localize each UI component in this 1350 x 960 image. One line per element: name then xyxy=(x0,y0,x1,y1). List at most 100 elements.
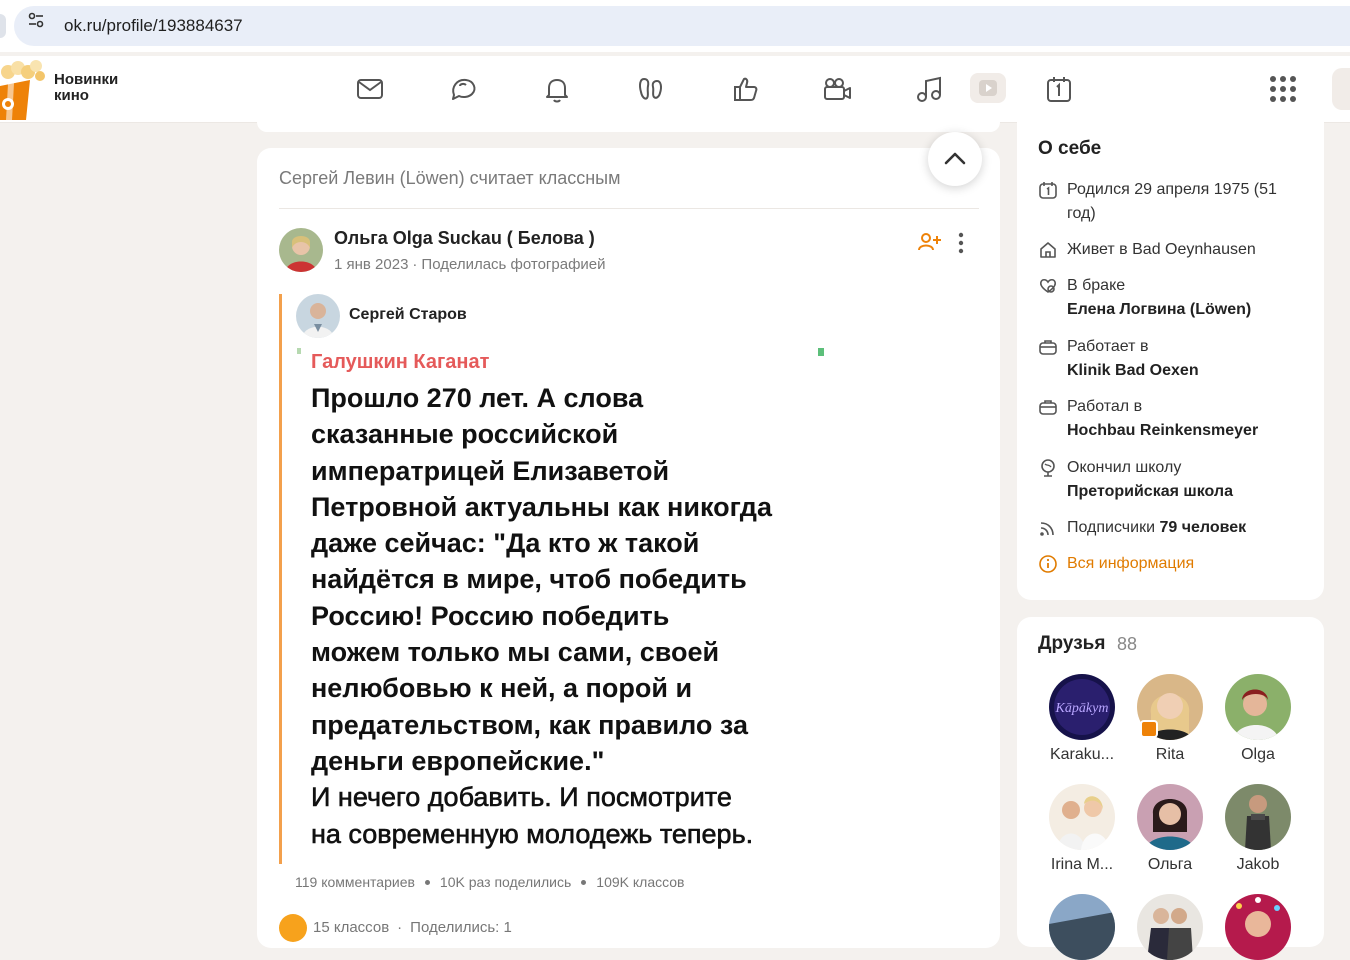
video-icon[interactable] xyxy=(821,73,853,105)
worked-label: Работал в xyxy=(1067,398,1143,415)
repost-author-avatar[interactable] xyxy=(296,294,340,338)
meta-separator: · xyxy=(412,256,418,273)
repost-accent-bar xyxy=(279,294,282,864)
shares-count[interactable]: 10K раз поделились xyxy=(440,874,571,890)
married-value[interactable]: Елена Логвина (Löwen) xyxy=(1067,301,1251,318)
all-info-link[interactable]: Вся информация xyxy=(1067,552,1308,576)
site-info-icon[interactable] xyxy=(22,6,48,32)
own-shares-count[interactable]: Поделились: 1 xyxy=(410,919,512,936)
scroll-to-top-button[interactable] xyxy=(928,132,982,186)
stats-separator xyxy=(424,880,430,885)
author-avatar[interactable] xyxy=(279,228,323,272)
likes-icon[interactable] xyxy=(729,73,761,105)
popcorn-logo-icon[interactable] xyxy=(0,58,48,120)
address-bar[interactable]: ok.ru/profile/193884637 xyxy=(14,6,1350,46)
author-name[interactable]: Ольга Olga Suckau ( Белова ) xyxy=(334,228,595,249)
browser-back-edge[interactable] xyxy=(0,14,6,38)
photo-text-line: нелюбовью к ней, а порой и xyxy=(311,673,693,704)
info-icon xyxy=(1039,555,1057,573)
info-all[interactable]: Вся информация xyxy=(1038,552,1308,576)
friend-avatar xyxy=(1049,784,1115,850)
calendar-icon xyxy=(1039,182,1057,199)
about-title: О себе xyxy=(1038,138,1102,159)
post-action: Поделилась фотографией xyxy=(421,256,606,273)
music-icon[interactable] xyxy=(914,73,946,105)
friend-item[interactable]: Ольга xyxy=(1130,784,1210,874)
friend-item[interactable] xyxy=(1218,894,1298,960)
photo-corner-mark xyxy=(297,348,301,354)
classes-count[interactable]: 109K классов xyxy=(596,874,684,890)
friend-name: Jakob xyxy=(1236,856,1280,873)
stats-separator xyxy=(581,880,587,885)
comments-count[interactable]: 119 комментариев xyxy=(295,874,415,890)
notifications-icon[interactable] xyxy=(541,73,573,105)
info-works: Работает в Klinik Bad Oexen xyxy=(1038,335,1308,383)
add-friend-icon[interactable] xyxy=(917,232,941,252)
about-panel: О себе Родился 29 апреля 1975 (51 год) Ж… xyxy=(1017,122,1324,600)
info-subscribers: Подписчики 79 человек xyxy=(1038,516,1308,540)
site-header: Новинки кино xyxy=(0,56,1350,123)
photo-text-line: деньги европейские." xyxy=(311,745,605,776)
school-value[interactable]: Преторийская школа xyxy=(1067,483,1233,500)
briefcase-icon xyxy=(1039,340,1057,355)
calendar-icon[interactable] xyxy=(1043,73,1075,105)
promo-line-1: Новинки xyxy=(54,71,119,88)
meta-separator: · xyxy=(397,918,403,936)
photo-text-line: на современную молодежь теперь. xyxy=(311,818,754,849)
repost-author-name[interactable]: Сергей Старов xyxy=(349,306,467,324)
post-reactions: 15 классов · Поделились: 1 xyxy=(279,914,512,942)
liked-by-text[interactable]: Сергей Левин (Löwen) считает классным xyxy=(279,168,620,189)
discussions-icon[interactable] xyxy=(448,73,480,105)
post-date[interactable]: 1 янв 2023 xyxy=(334,256,408,273)
info-worked: Работал в Hochbau Reinkensmeyer xyxy=(1038,395,1308,443)
friend-item[interactable]: Rita xyxy=(1130,674,1210,764)
subs-value[interactable]: 79 человек xyxy=(1159,519,1246,536)
friend-avatar xyxy=(1049,894,1115,960)
friend-item[interactable]: Irina M... xyxy=(1042,784,1122,874)
photo-corner-mark xyxy=(818,348,824,356)
post-meta: 1 янв 2023 · Поделилась фотографией xyxy=(334,256,606,273)
friend-name: Olga xyxy=(1241,746,1275,763)
online-badge-icon xyxy=(1140,720,1158,738)
friends-title[interactable]: Друзья xyxy=(1038,633,1105,655)
rings-icon xyxy=(1039,278,1057,293)
photo-text-line: императрицей Елизаветой xyxy=(311,455,670,486)
url-text[interactable]: ok.ru/profile/193884637 xyxy=(64,16,243,36)
friend-avatar: Kāpākym xyxy=(1049,674,1115,740)
home-icon xyxy=(1040,242,1056,258)
lives-value[interactable]: Bad Oeynhausen xyxy=(1132,241,1256,258)
post-photo[interactable]: Галушкин Каганат Прошло 270 лет. А слова… xyxy=(297,348,824,860)
promo-label[interactable]: Новинки кино xyxy=(54,72,118,104)
married-label: В браке xyxy=(1067,277,1126,294)
divider xyxy=(279,208,979,209)
photo-text-line: Петровной актуальны как никогда xyxy=(311,491,772,522)
friend-name: Irina M... xyxy=(1050,856,1114,873)
friends-panel: Друзья 88 Kāpākym Karaku... Rita Olga Ir… xyxy=(1017,617,1324,960)
friend-item[interactable]: Kāpākym Karaku... xyxy=(1042,674,1122,764)
own-classes-count[interactable]: 15 классов xyxy=(313,919,389,936)
friend-avatar xyxy=(1137,784,1203,850)
more-options-icon[interactable] xyxy=(953,232,969,254)
profile-menu-button[interactable] xyxy=(1332,68,1350,110)
info-married: В браке Елена Логвина (Löwen) xyxy=(1038,274,1308,322)
photo-text-line: можем только мы сами, своей xyxy=(311,637,720,668)
info-lives: Живет в Bad Oeynhausen xyxy=(1038,238,1308,262)
friend-item[interactable] xyxy=(1042,894,1122,960)
photo-channel-title: Галушкин Каганат xyxy=(311,351,490,373)
klass-reaction-icon[interactable] xyxy=(279,914,307,942)
promo-line-2: кино xyxy=(54,87,89,104)
friend-item[interactable]: Jakob xyxy=(1218,784,1298,874)
play-video-icon[interactable] xyxy=(970,73,1006,103)
briefcase-icon xyxy=(1039,400,1057,415)
friend-item[interactable] xyxy=(1130,894,1210,960)
works-value[interactable]: Klinik Bad Oexen xyxy=(1067,362,1199,379)
photo-text-line: даже сейчас: "Да кто ж такой xyxy=(311,528,700,559)
guests-icon[interactable] xyxy=(635,73,667,105)
apps-grid-icon[interactable] xyxy=(1268,74,1298,104)
friend-item[interactable]: Olga xyxy=(1218,674,1298,764)
mail-icon[interactable] xyxy=(354,73,386,105)
school-label: Окончил школу xyxy=(1067,459,1182,476)
friends-count: 88 xyxy=(1117,634,1138,654)
photo-text-line: сказанные российской xyxy=(311,419,619,450)
worked-value[interactable]: Hochbau Reinkensmeyer xyxy=(1067,422,1258,439)
